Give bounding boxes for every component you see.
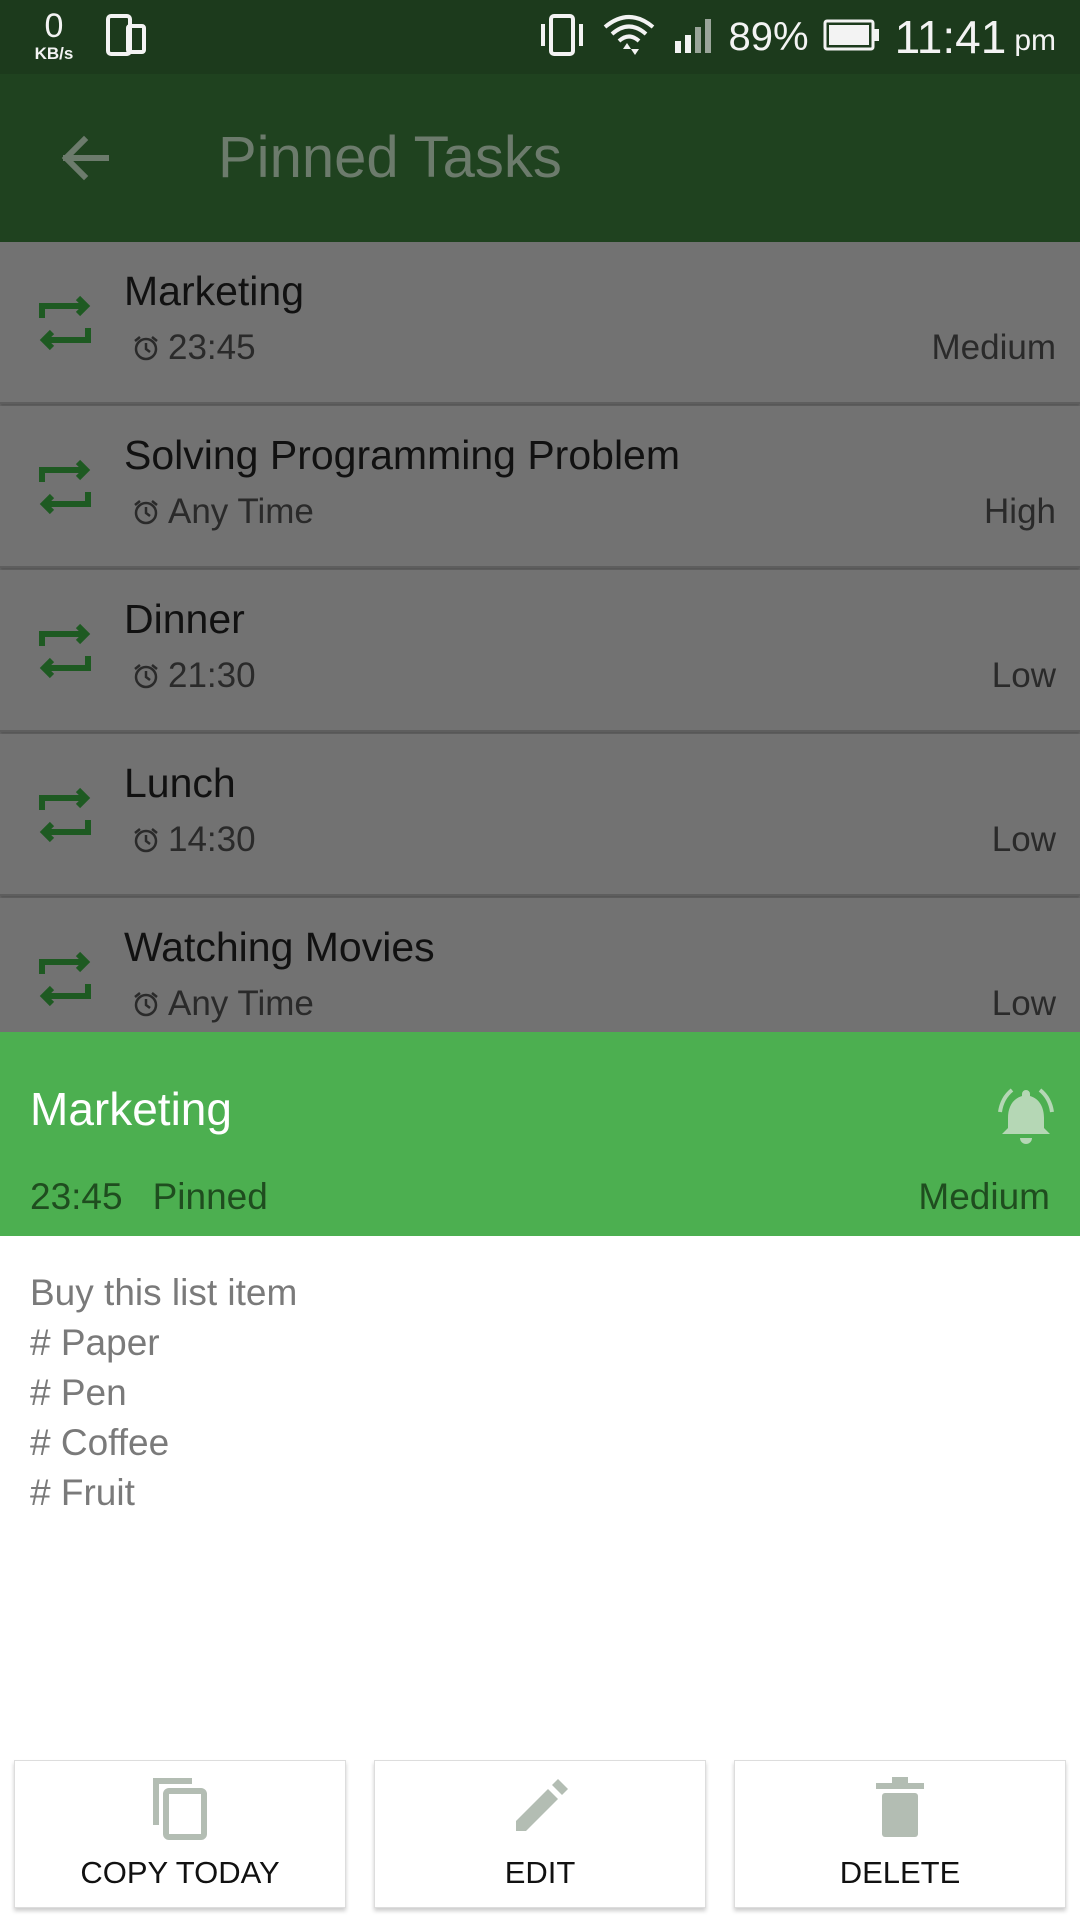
note-line: # Pen <box>30 1372 127 1413</box>
task-priority: Low <box>991 984 1056 1023</box>
task-title: Lunch <box>124 760 236 806</box>
task-detail-meta: 23:45 Pinned <box>30 1176 268 1218</box>
task-time: Any Time <box>168 984 314 1023</box>
alarm-icon <box>134 664 158 689</box>
task-priority: Low <box>991 820 1056 859</box>
device-icon <box>106 14 146 63</box>
page-title: Pinned Tasks <box>218 125 562 190</box>
edit-label: EDIT <box>504 1855 576 1890</box>
note-line: # Fruit <box>30 1472 135 1513</box>
clock-time: 11:41 <box>894 11 1007 63</box>
task-time: 14:30 <box>168 820 256 859</box>
repeat-icon <box>36 784 94 846</box>
task-row[interactable]: Marketing 23:45 Medium <box>0 242 1080 404</box>
edit-button[interactable]: EDIT <box>374 1760 706 1908</box>
task-detail-title: Marketing <box>30 1083 232 1135</box>
task-priority: Low <box>991 656 1056 695</box>
task-title: Dinner <box>124 596 245 642</box>
copy-icon <box>148 1775 212 1846</box>
delete-button[interactable]: DELETE <box>734 1760 1066 1908</box>
task-title: Watching Movies <box>124 924 435 970</box>
network-speed-value: 0 <box>44 7 64 45</box>
alarm-icon <box>134 336 158 361</box>
repeat-icon <box>36 292 94 354</box>
task-row[interactable]: Solving Programming Problem Any Time Hig… <box>0 406 1080 568</box>
task-time: Any Time <box>168 492 314 531</box>
clock-ampm: pm <box>1014 24 1056 57</box>
battery-icon <box>823 18 881 57</box>
arrow-back-icon[interactable] <box>54 128 114 188</box>
battery-percent: 89% <box>728 15 809 59</box>
task-detail-header: Marketing 23:45 Pinned Medium <box>0 1032 1080 1236</box>
task-time: 21:30 <box>168 656 256 695</box>
vibrate-icon <box>537 12 587 63</box>
alarm-icon <box>134 500 158 525</box>
network-speed: 0 KB/s <box>24 8 84 64</box>
task-list: Marketing 23:45 Medium Solving Programmi… <box>0 242 1080 1032</box>
copy-today-button[interactable]: COPY TODAY <box>14 1760 346 1908</box>
network-speed-unit: KB/s <box>34 44 74 63</box>
pencil-icon <box>508 1775 572 1846</box>
task-priority: Medium <box>931 328 1056 367</box>
task-row[interactable]: Lunch 14:30 Low <box>0 734 1080 896</box>
trash-icon <box>868 1775 932 1846</box>
status-bar: 0 KB/s 89% 11:41 pm <box>0 0 1080 74</box>
repeat-icon <box>36 456 94 518</box>
task-detail-priority: Medium <box>918 1176 1050 1217</box>
app-bar: Pinned Tasks <box>0 74 1080 242</box>
note-line: # Coffee <box>30 1422 170 1463</box>
repeat-icon <box>36 620 94 682</box>
task-priority: High <box>984 492 1056 531</box>
copy-today-label: COPY TODAY <box>80 1855 280 1890</box>
signal-icon <box>671 15 715 60</box>
task-note: Buy this list item # Paper # Pen # Coffe… <box>30 1268 1030 1518</box>
alarm-icon <box>134 992 158 1017</box>
task-title: Marketing <box>124 268 305 314</box>
repeat-icon <box>36 948 94 1010</box>
task-detail-time: 23:45 <box>30 1176 123 1217</box>
task-row[interactable]: Watching Movies Any Time Low <box>0 898 1080 1032</box>
wifi-icon <box>601 9 657 66</box>
task-row[interactable]: Dinner 21:30 Low <box>0 570 1080 732</box>
delete-label: DELETE <box>839 1855 961 1890</box>
action-bar: COPY TODAY EDIT DELETE <box>0 1760 1080 1908</box>
task-detail-status: Pinned <box>152 1176 268 1217</box>
note-line: # Paper <box>30 1322 160 1363</box>
note-line: Buy this list item <box>30 1272 298 1313</box>
task-title: Solving Programming Problem <box>124 432 681 478</box>
alarm-icon <box>134 828 158 853</box>
task-time: 23:45 <box>168 328 256 367</box>
bell-icon[interactable] <box>992 1082 1060 1150</box>
